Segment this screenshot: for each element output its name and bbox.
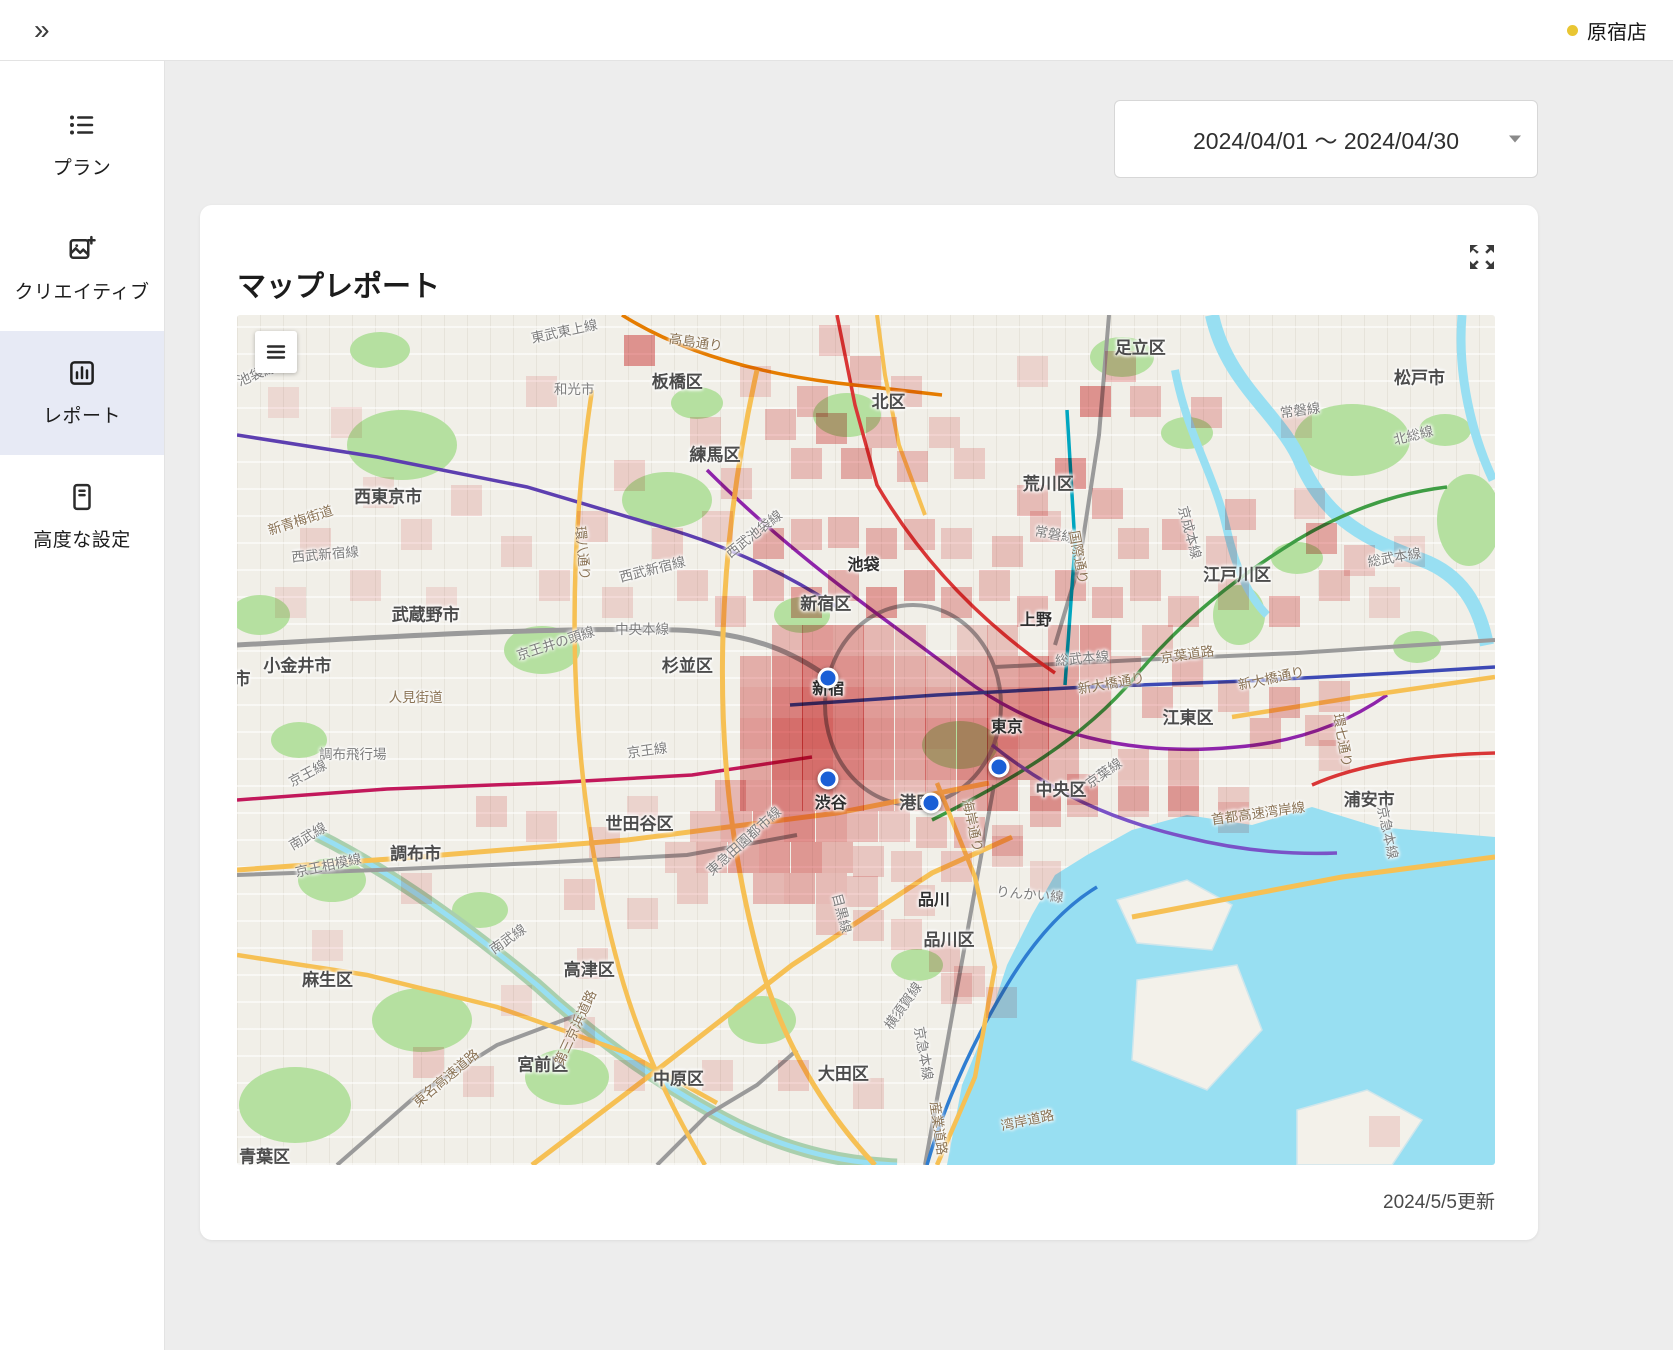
map-report-card: マップレポート 東武東上線 高島通り 足立区 松戸市 板橋区 和光市 北区 池袋… [200, 205, 1538, 1240]
sidebar-item-plan[interactable]: プラン [0, 83, 164, 207]
map-menu-button[interactable] [255, 331, 297, 373]
sidebar-item-advanced-settings[interactable]: 高度な設定 [0, 455, 164, 579]
sidebar-item-label: レポート [42, 406, 121, 427]
sidebar: プラン クリエイティブ レポート 高度な設定 [0, 61, 165, 1350]
main-content: 2024/04/01 〜 2024/04/30 マップレポート 東武東上線 高島… [166, 61, 1673, 1350]
sidebar-item-label: 高度な設定 [33, 530, 131, 551]
map-markers-layer [237, 315, 1495, 1165]
sidebar-item-label: クリエイティブ [14, 282, 150, 303]
list-icon [70, 115, 94, 135]
date-range-value: 2024/04/01 〜 2024/04/30 [1192, 128, 1459, 154]
top-bar: » 原宿店 [0, 0, 1673, 61]
fullscreen-button[interactable] [1466, 241, 1498, 273]
chevron-down-icon [1509, 135, 1521, 143]
map-marker[interactable] [920, 792, 942, 814]
fullscreen-icon [1470, 245, 1494, 269]
last-updated-text: 2024/5/5更新 [1383, 1192, 1495, 1213]
store-status-dot [1567, 24, 1578, 36]
page-title: マップレポート [237, 271, 441, 304]
map-marker[interactable] [817, 768, 839, 790]
image-plus-icon [69, 235, 96, 259]
sidebar-item-creative[interactable]: クリエイティブ [0, 207, 164, 331]
store-selector[interactable]: 原宿店 [1567, 16, 1647, 45]
bar-chart-icon [70, 361, 94, 385]
date-range-select[interactable]: 2024/04/01 〜 2024/04/30 [1114, 100, 1538, 178]
sidebar-item-label: プラン [52, 158, 112, 179]
map-marker[interactable] [988, 756, 1010, 778]
sidebar-item-report[interactable]: レポート [0, 331, 164, 455]
map-marker[interactable] [817, 667, 839, 689]
store-name: 原宿店 [1587, 21, 1647, 44]
device-settings-icon [73, 483, 91, 511]
map-canvas[interactable]: 東武東上線 高島通り 足立区 松戸市 板橋区 和光市 北区 池袋線 常磐線 北総線 練馬区 荒川区 西東… [237, 315, 1495, 1165]
hamburger-icon [266, 345, 286, 359]
sidebar-collapse-button[interactable]: » [26, 12, 58, 48]
